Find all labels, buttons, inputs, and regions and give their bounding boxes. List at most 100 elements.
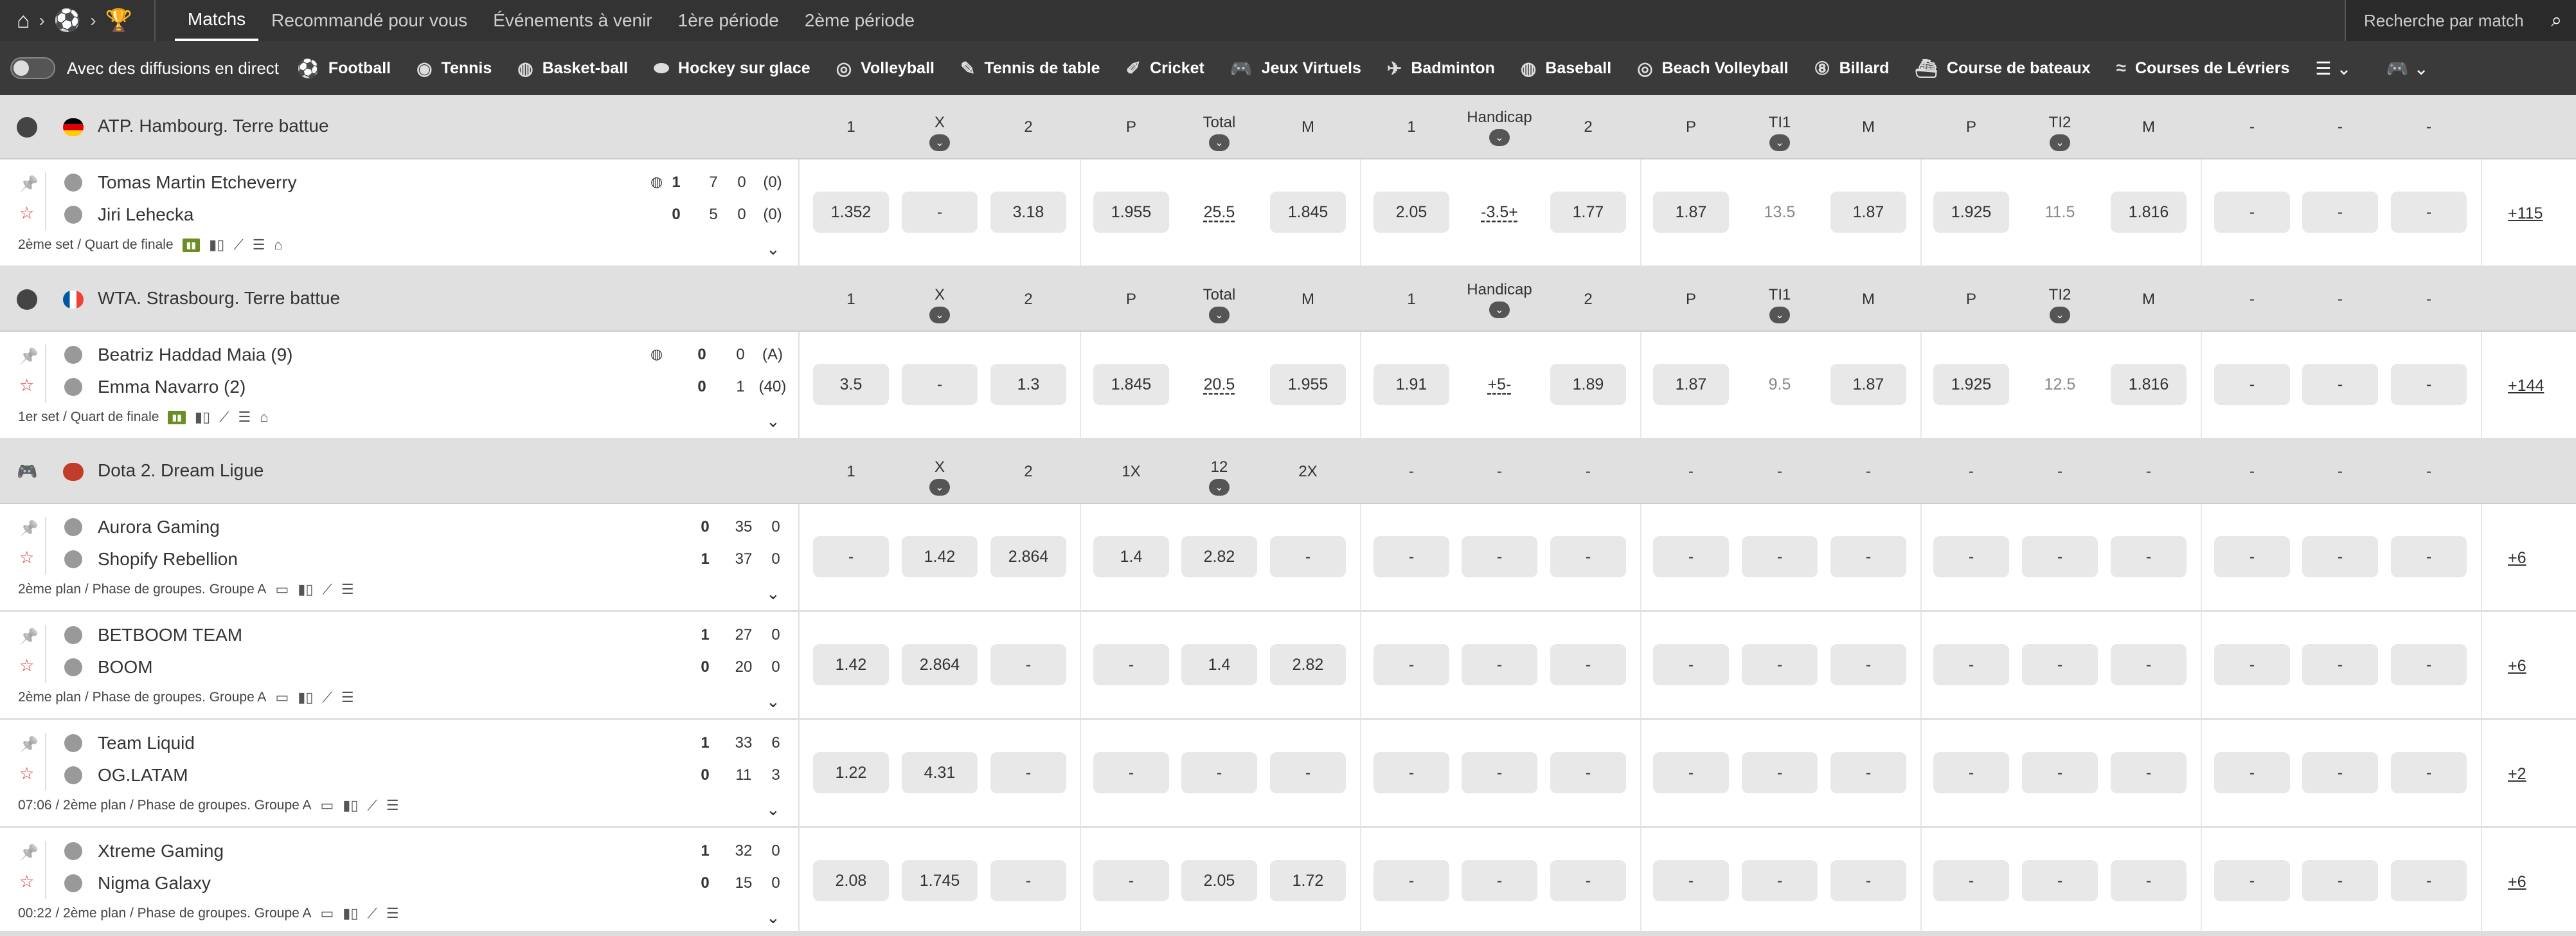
odds-button[interactable]: - <box>1093 860 1169 901</box>
odds-button[interactable]: 1.955 <box>1093 192 1169 233</box>
odds-button[interactable]: 1.42 <box>813 644 889 685</box>
odds-button[interactable]: 1.91 <box>1373 364 1449 405</box>
sport-volleyball[interactable]: ◎ Volleyball <box>836 58 935 79</box>
odds-button[interactable]: - <box>990 752 1066 793</box>
chevron-down-icon[interactable]: ⌄ <box>1769 134 1790 151</box>
trophy-icon[interactable]: 🏆 <box>105 10 132 32</box>
odds-button[interactable]: - <box>1462 536 1537 577</box>
more-bets-link[interactable]: +144 <box>2508 377 2544 395</box>
stats-icon[interactable]: ▮▯ <box>343 905 358 922</box>
odds-button[interactable]: - <box>2022 752 2098 793</box>
stats-icon[interactable]: ▮▯ <box>209 237 224 253</box>
monitor-icon[interactable]: ▭ <box>320 797 334 814</box>
odds-button[interactable]: 12.5 <box>2022 364 2098 405</box>
odds-button[interactable]: - <box>2391 752 2467 793</box>
odds-button[interactable]: - <box>1373 536 1449 577</box>
team1-name[interactable]: Beatriz Haddad Maia (9) <box>98 345 292 365</box>
odds-button[interactable]: +5- <box>1462 364 1537 405</box>
sport-football[interactable]: ⚽ Football <box>297 58 391 79</box>
odds-button[interactable]: 25.5 <box>1181 192 1257 233</box>
odds-button[interactable]: - <box>1742 752 1818 793</box>
chart-icon[interactable]: ⟋ <box>233 237 243 253</box>
league-name[interactable]: WTA. Strasbourg. Terre battue <box>98 288 340 309</box>
pin-icon[interactable]: 📌 <box>19 627 39 646</box>
odds-button[interactable]: - <box>2111 860 2187 901</box>
odds-button[interactable]: - <box>2111 644 2187 685</box>
list-icon[interactable]: ☰ <box>341 689 354 706</box>
sport-hockey-sur-glace[interactable]: ⬬ Hockey sur glace <box>654 58 810 79</box>
star-icon[interactable]: ☆ <box>19 872 34 892</box>
more-bets-link[interactable]: +6 <box>2508 549 2527 568</box>
tab-evenements[interactable]: Événements à venir <box>480 0 665 41</box>
odds-button[interactable]: 11.5 <box>2022 192 2098 233</box>
sport-baseball[interactable]: ◍ Baseball <box>1521 58 1611 79</box>
more-bets-link[interactable]: +6 <box>2508 657 2527 676</box>
team1-name[interactable]: BETBOOM TEAM <box>98 625 242 645</box>
chevron-down-icon[interactable]: ⌄ <box>929 307 950 323</box>
odds-button[interactable]: - <box>2214 644 2290 685</box>
odds-button[interactable]: - <box>1830 536 1906 577</box>
odds-button[interactable]: -3.5+ <box>1462 192 1537 233</box>
team2-name[interactable]: Emma Navarro (2) <box>98 377 246 397</box>
odds-button[interactable]: - <box>990 644 1066 685</box>
odds-button[interactable]: - <box>1270 752 1346 793</box>
odds-button[interactable]: - <box>1653 752 1729 793</box>
odds-button[interactable]: 2.05 <box>1181 860 1257 901</box>
pin-icon[interactable]: 📌 <box>19 347 39 366</box>
odds-button[interactable]: - <box>2302 192 2378 233</box>
odds-button[interactable]: - <box>813 536 889 577</box>
odds-button[interactable]: 4.31 <box>902 752 978 793</box>
monitor-icon[interactable]: ▭ <box>320 905 334 922</box>
gamepad-menu-icon[interactable]: 🎮 ⌄ <box>2386 58 2429 79</box>
chart-icon[interactable]: ⟋ <box>219 409 229 426</box>
sport-cricket[interactable]: ✐ Cricket <box>1126 58 1204 79</box>
court-icon[interactable]: ▮▮ <box>182 238 201 252</box>
odds-button[interactable]: 1.816 <box>2111 192 2187 233</box>
odds-button[interactable]: - <box>1462 752 1537 793</box>
chevron-down-icon[interactable]: ⌄ <box>1209 479 1230 496</box>
odds-button[interactable]: - <box>1933 644 2009 685</box>
odds-button[interactable]: - <box>2111 536 2187 577</box>
chevron-down-icon[interactable]: ⌄ <box>766 411 780 431</box>
pin-icon[interactable]: 📌 <box>19 519 39 538</box>
chevron-down-icon[interactable]: ⌄ <box>929 134 950 151</box>
odds-button[interactable]: - <box>2214 752 2290 793</box>
odds-button[interactable]: - <box>2391 364 2467 405</box>
odds-button[interactable]: 1.89 <box>1550 364 1626 405</box>
chevron-down-icon[interactable]: ⌄ <box>1209 134 1230 151</box>
odds-button[interactable]: 2.864 <box>902 644 978 685</box>
star-icon[interactable]: ☆ <box>19 548 34 568</box>
odds-button[interactable]: - <box>1373 860 1449 901</box>
sport-basket-ball[interactable]: ◍ Basket-ball <box>517 58 628 79</box>
stats-icon[interactable]: ▮▯ <box>298 581 313 598</box>
odds-button[interactable]: - <box>1093 644 1169 685</box>
chart-icon[interactable]: ⟋ <box>368 797 377 814</box>
more-bets-link[interactable]: +115 <box>2508 204 2543 223</box>
odds-button[interactable]: - <box>2391 644 2467 685</box>
odds-button[interactable]: - <box>2022 536 2098 577</box>
team2-name[interactable]: Shopify Rebellion <box>98 549 238 570</box>
odds-button[interactable]: - <box>1933 752 2009 793</box>
odds-button[interactable]: - <box>1933 536 2009 577</box>
chevron-down-icon[interactable]: ⌄ <box>766 584 780 604</box>
chevron-down-icon[interactable]: ⌄ <box>1489 129 1510 146</box>
sport-jeux-virtuels[interactable]: 🎮 Jeux Virtuels <box>1230 58 1361 79</box>
odds-button[interactable]: 1.845 <box>1093 364 1169 405</box>
chart-icon[interactable]: ⟋ <box>322 689 332 706</box>
pin-icon[interactable]: 📌 <box>19 175 39 194</box>
team2-name[interactable]: Nigma Galaxy <box>98 873 211 894</box>
odds-button[interactable]: - <box>1550 644 1626 685</box>
search-icon[interactable]: ⌕ <box>2551 10 2562 32</box>
chevron-down-icon[interactable]: ⌄ <box>2050 134 2070 151</box>
odds-button[interactable]: 2.82 <box>1181 536 1257 577</box>
star-icon[interactable]: ☆ <box>19 656 34 676</box>
odds-button[interactable]: 1.925 <box>1933 364 2009 405</box>
chevron-down-icon[interactable]: ⌄ <box>766 800 780 820</box>
odds-button[interactable]: 1.87 <box>1830 364 1906 405</box>
odds-button[interactable]: - <box>1550 536 1626 577</box>
odds-button[interactable]: - <box>1830 860 1906 901</box>
odds-button[interactable]: - <box>1270 536 1346 577</box>
chart-icon[interactable]: ⟋ <box>368 905 377 922</box>
stats-icon[interactable]: ▮▯ <box>298 689 313 706</box>
tab-recommande[interactable]: Recommandé pour vous <box>258 0 480 41</box>
